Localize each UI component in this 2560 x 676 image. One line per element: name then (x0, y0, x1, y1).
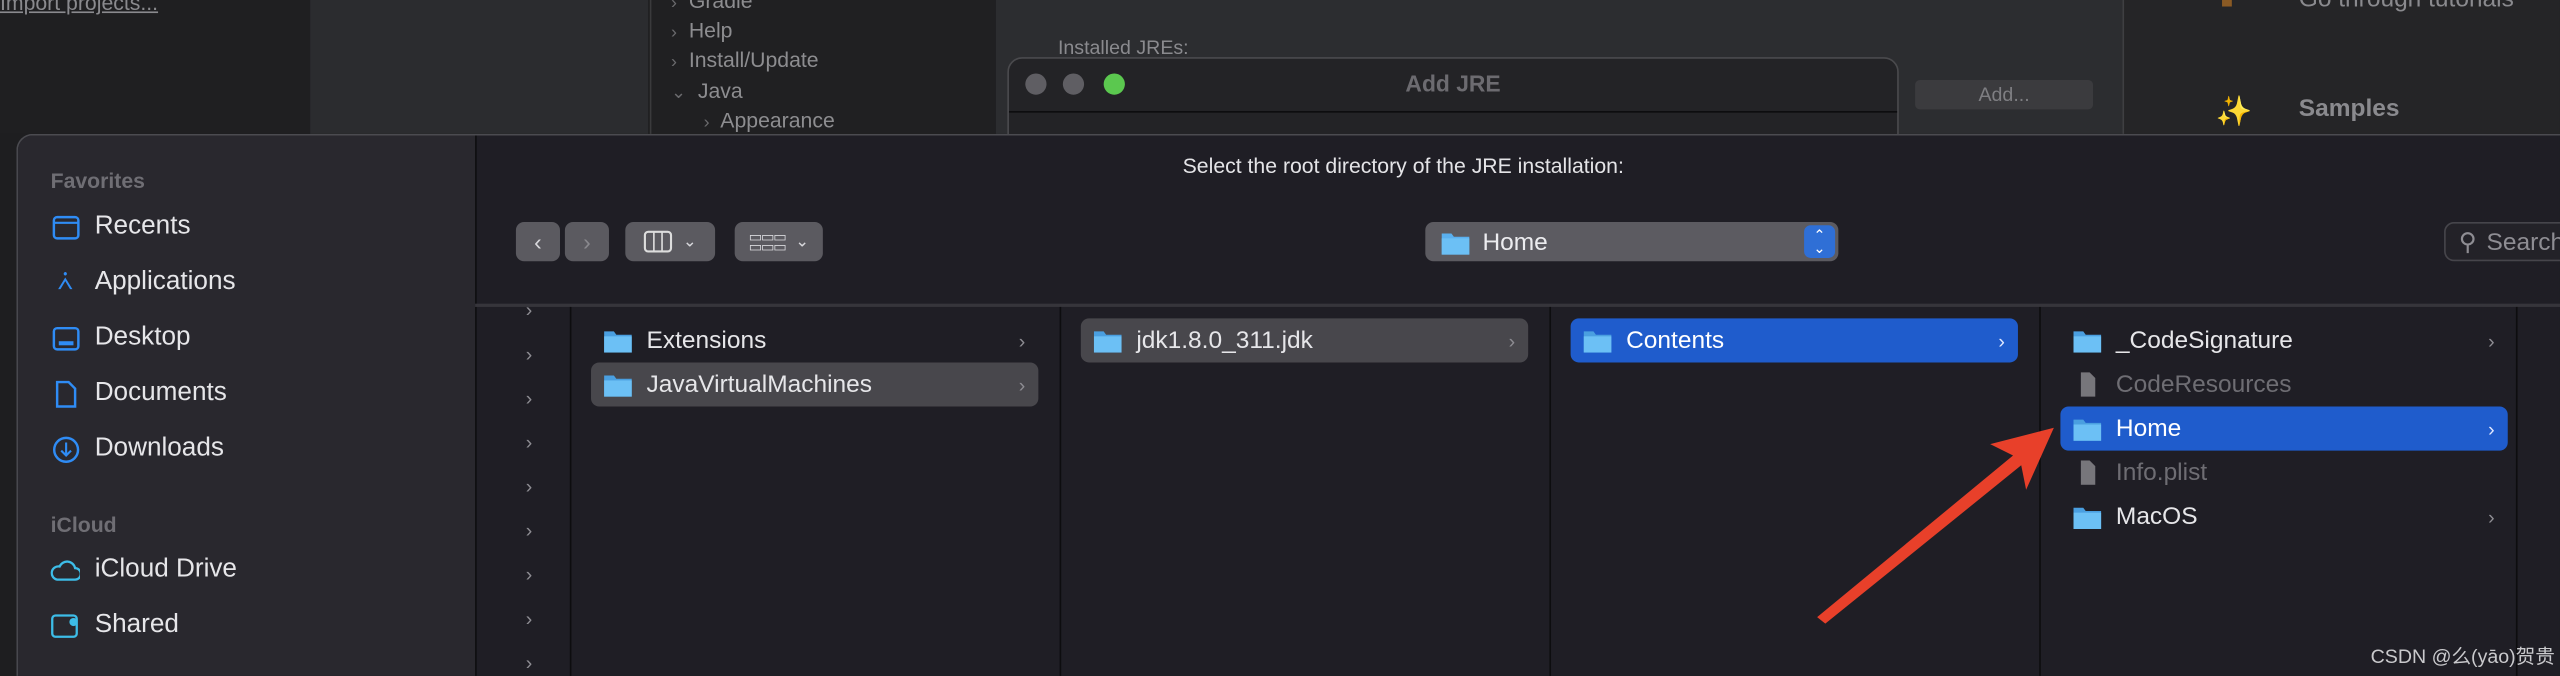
annotation-arrow (1817, 427, 2054, 624)
screen: Import projects... › Gradle › Help › Ins… (0, 0, 2560, 676)
watermark: CSDN @么(yāo)贺贵 (2370, 644, 2555, 668)
red-arrow-icon (1817, 427, 2054, 624)
